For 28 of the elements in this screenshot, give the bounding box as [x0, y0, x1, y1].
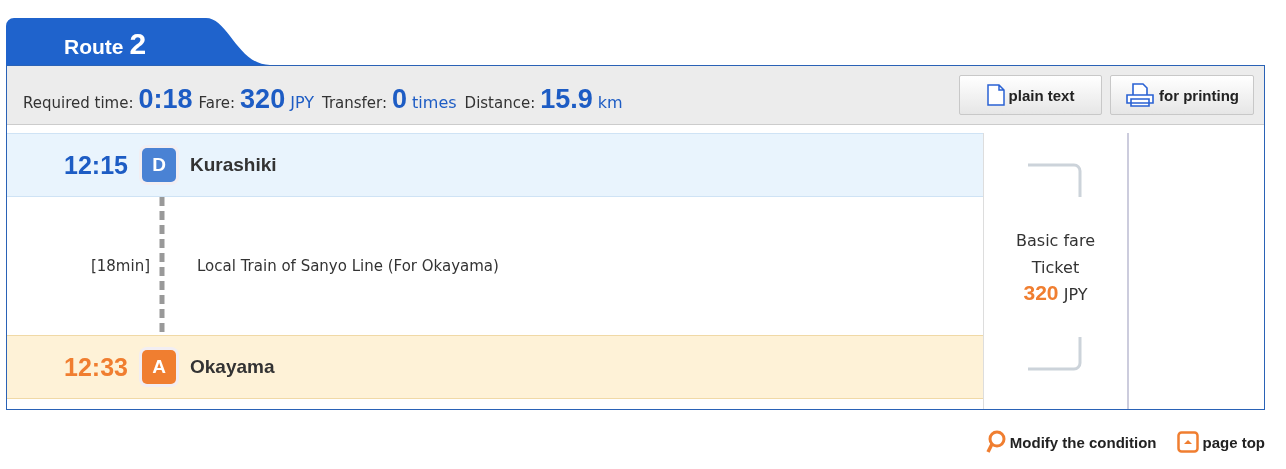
summary-label: Fare:: [198, 93, 236, 112]
print-button[interactable]: for printing: [1110, 75, 1254, 115]
station-name: Kurashiki: [190, 154, 277, 176]
fare-info: Basic fare Ticket 320 JPY: [1016, 229, 1095, 306]
printer-icon: [1125, 83, 1155, 107]
stop-badge: D: [142, 148, 176, 182]
summary-value: 0: [392, 83, 408, 115]
duration: [18min]: [89, 257, 150, 275]
summary-value: 15.9: [540, 83, 593, 115]
station-name: Okayama: [190, 356, 275, 378]
summary-label: Required time:: [23, 93, 134, 112]
summary-unit: JPY: [290, 92, 314, 112]
stop-time: 12:15: [63, 150, 128, 180]
summary-unit: km: [597, 92, 623, 112]
stop-time: 12:33: [63, 352, 128, 382]
summary-value: 0:18: [138, 83, 193, 115]
summary-value: 320: [240, 83, 286, 115]
page-top-link[interactable]: page top: [1176, 430, 1265, 454]
page-top-icon: [1176, 431, 1199, 453]
modify-condition-link[interactable]: Modify the condition: [985, 430, 1157, 454]
summary-label: Distance:: [464, 93, 536, 112]
summary-label: Transfer:: [321, 93, 388, 112]
document-icon: [986, 84, 1005, 106]
stop-badge: A: [142, 350, 176, 384]
train-line: Local Train of Sanyo Line (For Okayama): [197, 257, 499, 275]
search-icon: [985, 430, 1006, 454]
plain-text-button[interactable]: plain text: [959, 75, 1102, 115]
summary-unit: times: [412, 92, 457, 112]
